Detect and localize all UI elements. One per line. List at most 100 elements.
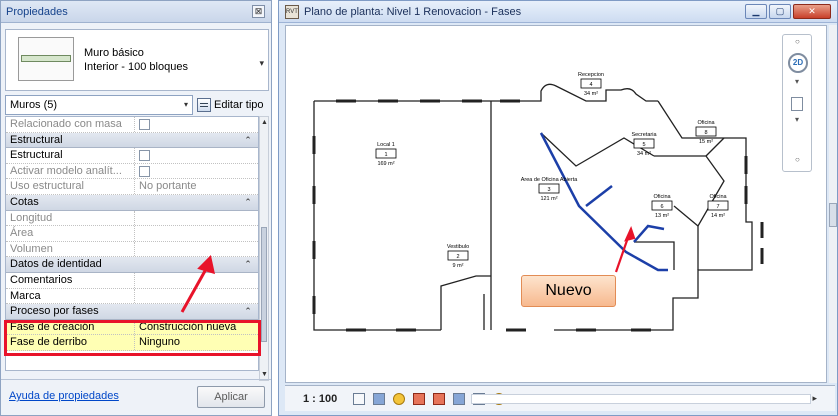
detail-level-icon[interactable] (353, 392, 365, 405)
chevron-down-icon[interactable]: ▾ (795, 77, 799, 86)
instance-filter-dropdown[interactable]: Muros (5) ▾ (5, 95, 193, 115)
property-group-label: Cotas (10, 195, 39, 208)
new-wall-office (633, 224, 665, 243)
room-name: Recepcion (578, 72, 604, 78)
room-name: Oficina (653, 194, 671, 200)
window-controls: ▁ ▢ ✕ (745, 4, 831, 19)
room-tag[interactable]: Oficina 6 13 m² (651, 194, 673, 219)
type-selector-label: Muro básico Interior - 100 bloques (84, 46, 188, 74)
view-scale[interactable]: 1 : 100 (303, 393, 345, 405)
property-group-header[interactable]: Datos de identidad ⌃ (6, 257, 258, 273)
collapse-chevron-icon[interactable]: ⌃ (238, 133, 258, 148)
edit-type-button[interactable]: Editar tipo (197, 95, 264, 115)
close-icon[interactable]: ✕ (793, 4, 831, 19)
property-group-header[interactable]: Cotas ⌃ (6, 194, 258, 211)
property-label: Comentarios (6, 272, 135, 288)
property-label: Uso estructural (6, 179, 135, 194)
maximize-icon[interactable]: ▢ (769, 4, 791, 19)
drawing-canvas[interactable]: Local 1 1 169 m² Recepcion 4 34 m² Secretaria 5… (285, 25, 827, 383)
room-tag[interactable]: Recepcion 4 34 m² (578, 72, 604, 97)
property-row[interactable]: Uso estructural No portante (6, 179, 258, 195)
instance-filter-row: Muros (5) ▾ Editar tipo (5, 95, 269, 115)
property-label: Activar modelo analít... (6, 163, 135, 179)
properties-grid: Relacionado con masa Estructural ⌃ Estructu… (5, 116, 259, 371)
property-row[interactable]: Comentarios (6, 272, 258, 289)
view-window: RVT Plano de planta: Nivel 1 Renovacion … (278, 0, 838, 416)
property-checkbox[interactable] (139, 165, 150, 177)
collapse-chevron-icon[interactable]: ⌃ (238, 304, 258, 319)
room-tag[interactable]: Secretaria 5 34 m² (631, 132, 657, 157)
room-tag[interactable]: Local 1 1 169 m² (375, 142, 397, 167)
navigation-bar: ○ 2D ▾ ▾ ○ (782, 34, 812, 172)
collapse-chevron-icon[interactable]: ⌃ (238, 195, 258, 210)
properties-scrollbar[interactable]: ▲ ▼ (259, 116, 269, 381)
type-selector[interactable]: Muro básico Interior - 100 bloques ▾ (5, 29, 269, 91)
property-row[interactable]: Marca (6, 288, 258, 305)
property-row[interactable]: Fase de derribo Ninguno (6, 335, 258, 351)
property-value[interactable]: Ninguno (135, 335, 258, 350)
property-value (135, 164, 258, 179)
new-phase-callout: Nuevo (521, 275, 616, 307)
room-tag[interactable]: Oficina 7 14 m² (707, 194, 729, 219)
room-number: 2 (456, 254, 459, 260)
collapse-chevron-icon[interactable]: ⌃ (238, 257, 258, 272)
property-row[interactable]: Fase de creación Construcción nueva (6, 319, 258, 336)
property-value[interactable] (135, 273, 258, 288)
property-row[interactable]: Área (6, 226, 258, 242)
navbar-options-icon[interactable]: ○ (795, 155, 800, 164)
crop-view-icon[interactable] (433, 392, 445, 405)
minimize-icon[interactable]: ▁ (745, 4, 767, 19)
property-group-header[interactable]: Proceso por fases ⌃ (6, 304, 258, 320)
room-number: 7 (716, 204, 719, 210)
room-area: 14 m² (711, 213, 725, 219)
property-row[interactable]: Estructural (6, 148, 258, 164)
property-checkbox[interactable] (139, 118, 150, 130)
property-row[interactable]: Longitud (6, 210, 258, 227)
wall-left-room (313, 101, 441, 331)
floor-plan-drawing: Local 1 1 169 m² Recepcion 4 34 m² Secretaria 5… (312, 72, 764, 332)
property-group-label: Estructural (10, 133, 63, 146)
properties-help-link[interactable]: Ayuda de propiedades (9, 390, 119, 402)
property-value (135, 211, 258, 226)
property-row[interactable]: Volumen (6, 241, 258, 258)
scroll-thumb[interactable] (261, 227, 267, 342)
view-title: Plano de planta: Nivel 1 Renovacion - Fa… (304, 5, 522, 18)
navbar-close-icon[interactable]: ○ (795, 37, 800, 46)
properties-footer: Ayuda de propiedades Aplicar (1, 379, 271, 415)
room-tag[interactable]: Oficina 8 15 m² (695, 120, 717, 145)
type-family: Muro básico (84, 47, 144, 59)
scroll-thumb[interactable] (829, 203, 837, 227)
room-area: 13 m² (655, 213, 669, 219)
property-group-header[interactable]: Estructural ⌃ (6, 132, 258, 149)
property-value[interactable] (135, 148, 258, 163)
sun-path-icon[interactable] (393, 392, 405, 405)
room-number: 8 (704, 130, 707, 136)
steering-wheel-2d-icon[interactable]: 2D (788, 53, 808, 73)
room-name: Local 1 (377, 142, 395, 148)
property-value[interactable] (135, 289, 258, 304)
room-number: 3 (547, 187, 550, 193)
room-name: Area de Oficina Abierta (521, 177, 579, 183)
scroll-down-icon[interactable]: ▼ (261, 371, 268, 378)
shadows-icon[interactable] (413, 392, 425, 405)
apply-button[interactable]: Aplicar (197, 386, 265, 408)
property-value[interactable]: Construcción nueva (135, 320, 258, 335)
scroll-right-icon[interactable]: ▸ (812, 393, 817, 404)
visual-style-icon[interactable] (373, 392, 385, 405)
property-row[interactable]: Relacionado con masa (6, 117, 258, 133)
zoom-region-icon[interactable] (791, 97, 803, 111)
horizontal-scrollbar[interactable] (471, 394, 811, 404)
wall-office6 (634, 241, 675, 270)
room-tag[interactable]: Vestibulo 2 9 m² (447, 244, 469, 269)
close-icon[interactable]: ⊠ (252, 5, 265, 18)
view-vertical-scrollbar[interactable] (829, 25, 837, 383)
property-checkbox[interactable] (139, 149, 150, 161)
room-number: 5 (642, 142, 645, 148)
show-crop-icon[interactable] (453, 392, 465, 405)
chevron-down-icon[interactable]: ▾ (259, 58, 264, 69)
property-label: Volumen (6, 241, 135, 257)
scroll-up-icon[interactable]: ▲ (261, 119, 268, 126)
property-row[interactable]: Activar modelo analít... (6, 163, 258, 180)
property-label: Relacionado con masa (6, 117, 135, 132)
chevron-down-icon[interactable]: ▾ (795, 115, 799, 124)
